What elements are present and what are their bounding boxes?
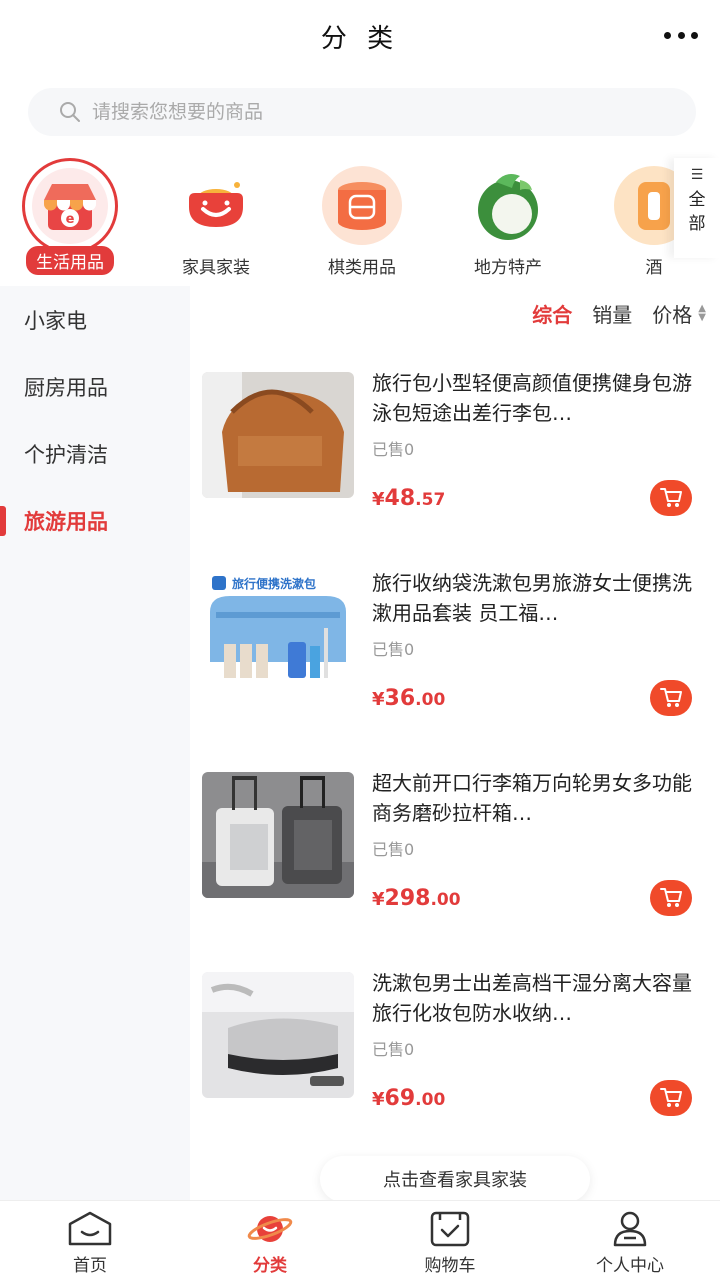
sidebar-item-small-appliances[interactable]: 小家电 bbox=[0, 286, 190, 353]
coconut-icon bbox=[468, 166, 548, 245]
category-ring: e bbox=[22, 158, 118, 254]
all-categories-button[interactable]: ☰ 全 部 bbox=[674, 158, 720, 258]
category-local-specialty[interactable]: 地方特产 bbox=[438, 158, 578, 278]
cart-icon bbox=[660, 688, 682, 707]
tab-label: 分类 bbox=[253, 1256, 287, 1276]
add-to-cart-button[interactable] bbox=[650, 680, 692, 716]
product-image[interactable] bbox=[202, 372, 354, 498]
dot-icon bbox=[664, 31, 671, 39]
category-label: 生活用品 bbox=[26, 246, 114, 275]
list-sort-icon: ☰ bbox=[690, 167, 704, 183]
product-list: 旅行包小型轻便高颜值便携健身包游泳包短途出差行李包… 已售0 ¥48.57 旅行… bbox=[200, 362, 720, 1162]
product-price: ¥69.00 bbox=[372, 1086, 445, 1111]
search-input[interactable] bbox=[92, 101, 652, 123]
price-integer: 48 bbox=[384, 486, 416, 511]
product-price: ¥48.57 bbox=[372, 486, 445, 511]
cart-icon bbox=[660, 1088, 682, 1107]
add-to-cart-button[interactable] bbox=[650, 1080, 692, 1116]
product-sold: 已售0 bbox=[372, 440, 415, 459]
product-card[interactable]: 洗漱包男士出差高档干湿分离大容量旅行化妆包防水收纳… 已售0 ¥69.00 bbox=[200, 962, 720, 1162]
more-options-button[interactable] bbox=[664, 22, 698, 48]
product-name[interactable]: 旅行收纳袋洗漱包男旅游女士便携洗漱用品套装 员工福… bbox=[372, 568, 708, 628]
tab-cart[interactable]: 购物车 bbox=[360, 1201, 540, 1280]
product-card[interactable]: 超大前开口行李箱万向轮男女多功能商务磨砂拉杆箱… 已售0 ¥298.00 bbox=[200, 762, 720, 962]
all-label: 全 bbox=[688, 190, 706, 210]
sidebar-item-travel[interactable]: 旅游用品 bbox=[0, 487, 190, 554]
price-integer: 69 bbox=[384, 1086, 416, 1111]
sort-price[interactable]: 价格 ▲ ▼ bbox=[652, 299, 706, 328]
cart-icon bbox=[660, 488, 682, 507]
bottom-tab-bar: 首页 分类 购物车 个人中心 bbox=[0, 1200, 720, 1280]
tab-category[interactable]: 分类 bbox=[180, 1201, 360, 1280]
product-price: ¥36.00 bbox=[372, 686, 445, 711]
sidebar-item-kitchen[interactable]: 厨房用品 bbox=[0, 353, 190, 420]
header: 分 类 bbox=[0, 0, 720, 72]
tab-label: 首页 bbox=[73, 1256, 107, 1276]
category-label: 棋类用品 bbox=[328, 258, 396, 278]
price-currency: ¥ bbox=[372, 489, 385, 510]
product-name[interactable]: 超大前开口行李箱万向轮男女多功能商务磨砂拉杆箱… bbox=[372, 768, 708, 828]
price-currency: ¥ bbox=[372, 689, 385, 710]
price-decimal: .00 bbox=[430, 890, 461, 910]
category-page: 分 类 请搜索您想要的商品 e 生活用品 家具家装 棋类用品 地方特产 酒 ☰ … bbox=[0, 0, 720, 1280]
tab-label: 购物车 bbox=[424, 1256, 476, 1276]
shop-icon: e bbox=[32, 168, 108, 244]
image-caption: 旅行便携洗漱包 bbox=[232, 576, 316, 591]
price-currency: ¥ bbox=[372, 1089, 385, 1110]
cart-icon bbox=[660, 888, 682, 907]
all-label: 部 bbox=[688, 214, 706, 234]
category-label: 家具家装 bbox=[182, 258, 250, 278]
category-furniture[interactable]: 家具家装 bbox=[146, 158, 286, 278]
product-sold: 已售0 bbox=[372, 1040, 415, 1059]
product-sold: 已售0 bbox=[372, 640, 415, 659]
add-to-cart-button[interactable] bbox=[650, 480, 692, 516]
sort-price-label: 价格 bbox=[652, 302, 693, 327]
product-image[interactable] bbox=[202, 972, 354, 1098]
search-icon bbox=[60, 102, 80, 122]
chess-icon bbox=[322, 166, 402, 245]
price-integer: 298 bbox=[384, 886, 431, 911]
product-sold: 已售0 bbox=[372, 840, 415, 859]
product-image[interactable] bbox=[202, 772, 354, 898]
product-name[interactable]: 洗漱包男士出差高档干湿分离大容量旅行化妆包防水收纳… bbox=[372, 968, 708, 1028]
page-title: 分 类 bbox=[320, 23, 400, 54]
product-image[interactable]: 旅行便携洗漱包 bbox=[202, 572, 354, 698]
product-card[interactable]: 旅行包小型轻便高颜值便携健身包游泳包短途出差行李包… 已售0 ¥48.57 bbox=[200, 362, 720, 562]
product-price: ¥298.00 bbox=[372, 886, 461, 911]
sort-arrows-icon: ▲ ▼ bbox=[698, 303, 706, 323]
tab-label: 个人中心 bbox=[596, 1256, 664, 1276]
product-name[interactable]: 旅行包小型轻便高颜值便携健身包游泳包短途出差行李包… bbox=[372, 368, 708, 428]
search-bar[interactable] bbox=[28, 88, 696, 136]
price-decimal: .00 bbox=[415, 1090, 446, 1110]
category-life-goods[interactable]: e 生活用品 bbox=[0, 158, 140, 278]
price-currency: ¥ bbox=[372, 889, 385, 910]
price-decimal: .00 bbox=[415, 690, 446, 710]
sidebar-item-personal-care[interactable]: 个护清洁 bbox=[0, 420, 190, 487]
category-label: 地方特产 bbox=[474, 258, 542, 278]
sort-sales[interactable]: 销量 bbox=[592, 299, 632, 328]
planet-icon bbox=[246, 1209, 294, 1249]
sofa-icon bbox=[176, 166, 256, 245]
sidebar: 小家电 厨房用品 个护清洁 旅游用品 bbox=[0, 286, 190, 1200]
sort-bar: 综合 销量 价格 ▲ ▼ bbox=[532, 298, 706, 328]
category-label: 酒 bbox=[645, 258, 663, 278]
sort-comprehensive[interactable]: 综合 bbox=[532, 299, 572, 328]
price-integer: 36 bbox=[384, 686, 416, 711]
add-to-cart-button[interactable] bbox=[650, 880, 692, 916]
tab-profile[interactable]: 个人中心 bbox=[540, 1201, 720, 1280]
user-icon bbox=[606, 1209, 654, 1249]
tab-home[interactable]: 首页 bbox=[0, 1201, 180, 1280]
view-furniture-tip[interactable]: 点击查看家具家装 bbox=[320, 1156, 590, 1202]
svg-text:e: e bbox=[66, 212, 75, 227]
dot-icon bbox=[677, 31, 685, 39]
cart-bag-icon bbox=[426, 1209, 474, 1249]
dot-icon bbox=[691, 31, 698, 39]
category-strip: e 生活用品 家具家装 棋类用品 地方特产 酒 bbox=[0, 158, 720, 278]
price-decimal: .57 bbox=[415, 490, 446, 510]
product-card[interactable]: 旅行便携洗漱包 旅行收纳袋洗漱包男旅游女士便携洗漱用品套装 员工福… 已售0 ¥… bbox=[200, 562, 720, 762]
category-chess[interactable]: 棋类用品 bbox=[292, 158, 432, 278]
home-icon bbox=[66, 1209, 114, 1249]
category-wine[interactable]: 酒 bbox=[584, 158, 684, 278]
